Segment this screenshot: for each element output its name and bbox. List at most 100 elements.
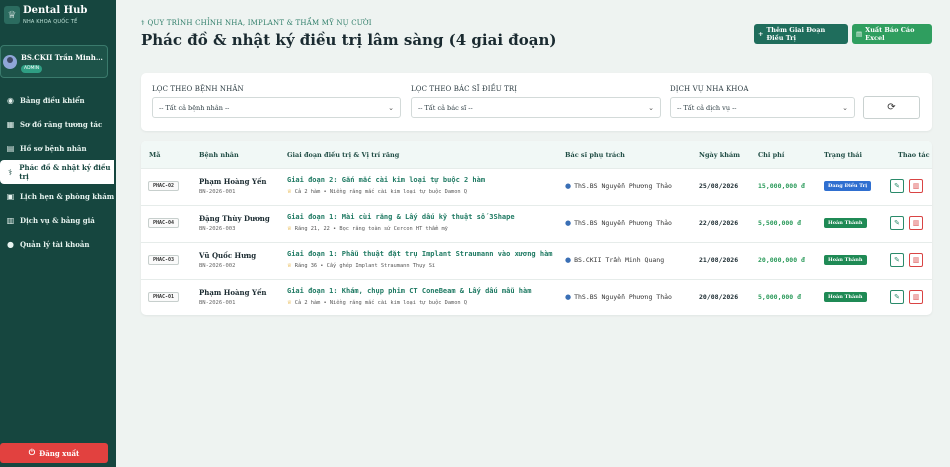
stage-note: ♕ Cả 2 hàm • Niềng răng mắc cài kim loại …	[287, 189, 467, 195]
home-icon: ◉	[7, 95, 14, 105]
sidebar-item-label: Sơ đồ răng tương tác	[20, 119, 103, 129]
table-row[interactable]: PHAC-01 Phạm Hoàng Yến BN-2026-001 Giai …	[141, 279, 932, 315]
treatment-stage: Giai đoạn 1: Phẫu thuật đặt trụ Implant …	[287, 250, 553, 258]
cost: 5,500,000 đ	[758, 219, 802, 227]
sidebar-item-label: Dịch vụ & bảng giá	[20, 215, 95, 225]
logout-button[interactable]: ⏻ Đăng xuất	[0, 443, 108, 463]
status-badge: Hoàn Thành	[824, 255, 867, 265]
table-row[interactable]: PHAC-02 Phạm Hoàng Yến BN-2026-001 Giai …	[141, 168, 932, 205]
add-stage-button[interactable]: + Thêm Giai Đoạn Điều Trị	[754, 24, 848, 44]
logout-label: Đăng xuất	[39, 448, 80, 458]
patient-name: Vũ Quốc Hưng	[199, 251, 257, 260]
trash-icon: ▥	[912, 182, 920, 190]
sidebar-nav: ◉ Bảng điều khiển ▦ Sơ đồ răng tương tác…	[0, 88, 116, 256]
grid-icon: ▦	[6, 119, 15, 129]
doctor-filter-label: LỌC THEO BÁC SĨ ĐIỀU TRỊ	[411, 85, 518, 93]
treatment-stage: Giai đoạn 2: Gắn mắc cài kim loại tự buộ…	[287, 176, 486, 184]
service-filter-select[interactable]: -- Tất cả dịch vụ -- ⌄	[670, 97, 855, 118]
tooth-icon: ♕	[287, 300, 292, 306]
edit-button[interactable]: ✎	[890, 179, 904, 193]
edit-button[interactable]: ✎	[890, 253, 904, 267]
exam-date: 22/08/2026	[699, 219, 739, 227]
trash-icon: ▥	[912, 219, 920, 227]
chevron-down-icon: ⌄	[842, 104, 848, 112]
stethoscope-icon: ⚕	[141, 19, 145, 27]
patient-filter-value: -- Tất cả bệnh nhân --	[159, 103, 230, 112]
doctor-name: BS.CKII Trần Minh Quang	[574, 256, 665, 264]
table-row[interactable]: PHAC-03 Vũ Quốc Hưng BN-2026-002 Giai đo…	[141, 242, 932, 279]
edit-icon: ✎	[894, 219, 900, 227]
doctor-name: ThS.BS Nguyễn Phương Thảo	[574, 219, 672, 227]
delete-button[interactable]: ▥	[909, 290, 923, 304]
sidebar-item-appointments[interactable]: ▣ Lịch hẹn & phòng khám	[0, 184, 116, 208]
sidebar-item-patients[interactable]: ▤ Hồ sơ bệnh nhân	[0, 136, 116, 160]
stage-note-text: Răng 21, 22 • Bọc răng toàn sứ Cercon HT…	[294, 226, 448, 232]
user-card[interactable]: BS.CKII Trần Minh Qu... ADMIN	[0, 45, 108, 78]
filter-panel: LỌC THEO BỆNH NHÂN -- Tất cả bệnh nhân -…	[141, 73, 932, 131]
doctor-name: ThS.BS Nguyễn Phương Thảo	[574, 293, 672, 301]
edit-button[interactable]: ✎	[890, 290, 904, 304]
col-stage: Giai đoạn điều trị & Vị trí răng	[287, 151, 400, 159]
sidebar-item-treatment[interactable]: ⚕ Phác đồ & nhật ký điều trị	[0, 160, 114, 184]
doctor-icon: ●	[565, 256, 572, 264]
doctor: ● ThS.BS Nguyễn Phương Thảo	[565, 182, 672, 190]
stethoscope-icon: ⚕	[7, 167, 13, 177]
sidebar-item-services[interactable]: ▥ Dịch vụ & bảng giá	[0, 208, 116, 232]
doctor: ● ThS.BS Nguyễn Phương Thảo	[565, 293, 672, 301]
stage-note: ♕ Cả 2 hàm • Niềng răng mắc cài kim loại …	[287, 300, 467, 306]
exam-date: 25/08/2026	[699, 182, 739, 190]
patient-filter-select[interactable]: -- Tất cả bệnh nhân -- ⌄	[152, 97, 401, 118]
user-name: BS.CKII Trần Minh Qu...	[21, 53, 105, 62]
role-badge: ADMIN	[21, 65, 43, 73]
table-row[interactable]: PHAC-04 Đặng Thùy Dương BN-2026-003 Giai…	[141, 205, 932, 242]
edit-button[interactable]: ✎	[890, 216, 904, 230]
tooth-icon: ♕	[287, 226, 292, 232]
export-excel-button[interactable]: ▤ Xuất Báo Cáo Excel	[852, 24, 932, 44]
treatment-stage: Giai đoạn 1: Khám, chụp phim CT ConeBeam…	[287, 287, 532, 295]
status-badge: Đang Điều Trị	[824, 181, 872, 191]
doctor-icon: ●	[565, 219, 572, 227]
stage-note-text: Răng 36 • Cấy ghép Implant Straumann Thụ…	[294, 263, 436, 269]
col-code: Mã	[149, 151, 161, 159]
treatment-stage: Giai đoạn 1: Mài cùi răng & Lấy dấu kỹ t…	[287, 213, 515, 221]
stage-note-text: Cả 2 hàm • Niềng răng mắc cài kim loại t…	[294, 189, 467, 195]
patient-code: BN-2026-001	[199, 300, 236, 306]
brand-subtitle: NHA KHOA QUỐC TẾ	[23, 19, 78, 25]
stage-note-text: Cả 2 hàm • Niềng răng mắc cài kim loại t…	[294, 300, 467, 306]
table-header: Mã Bệnh nhân Giai đoạn điều trị & Vị trí…	[141, 141, 932, 168]
patient-filter-label: LỌC THEO BỆNH NHÂN	[152, 85, 244, 93]
patient-code: BN-2026-002	[199, 263, 236, 269]
sidebar-item-tooth-chart[interactable]: ▦ Sơ đồ răng tương tác	[0, 112, 116, 136]
col-status: Trạng thái	[824, 151, 862, 159]
service-filter-value: -- Tất cả dịch vụ --	[677, 103, 737, 112]
breadcrumb-text: QUY TRÌNH CHỈNH NHA, IMPLANT & THẨM MỸ N…	[147, 19, 372, 27]
breadcrumb: ⚕ QUY TRÌNH CHỈNH NHA, IMPLANT & THẨM MỸ…	[141, 19, 372, 27]
doctor-icon: ●	[565, 293, 572, 301]
doctor-filter-select[interactable]: -- Tất cả bác sĩ -- ⌄	[411, 97, 661, 118]
patient-name: Phạm Hoàng Yến	[199, 177, 267, 186]
delete-button[interactable]: ▥	[909, 179, 923, 193]
delete-button[interactable]: ▥	[909, 253, 923, 267]
sidebar-item-dashboard[interactable]: ◉ Bảng điều khiển	[0, 88, 116, 112]
status-badge: Hoàn Thành	[824, 292, 867, 302]
refresh-button[interactable]: ⟳	[863, 96, 920, 119]
sidebar-item-label: Lịch hẹn & phòng khám	[20, 191, 115, 201]
refresh-icon: ⟳	[887, 102, 896, 113]
doctor-icon: ●	[565, 182, 572, 190]
folder-icon: ▤	[6, 143, 15, 153]
patient-code: BN-2026-001	[199, 189, 236, 195]
brand[interactable]: ♕ Dental Hub NHA KHOA QUỐC TẾ	[4, 4, 114, 30]
col-cost: Chi phí	[758, 151, 785, 159]
calendar-icon: ▣	[6, 191, 15, 201]
plus-icon: +	[758, 30, 764, 38]
col-actions: Thao tác	[898, 151, 930, 159]
sidebar-item-label: Quản lý tài khoản	[20, 239, 90, 249]
exam-date: 21/08/2026	[699, 256, 739, 264]
add-stage-label: Thêm Giai Đoạn Điều Trị	[766, 26, 826, 42]
page-title: Phác đồ & nhật ký điều trị lâm sàng (4 g…	[141, 31, 557, 49]
delete-button[interactable]: ▥	[909, 216, 923, 230]
record-code: PHAC-02	[148, 181, 180, 191]
export-excel-label: Xuất Báo Cáo Excel	[865, 26, 915, 42]
sidebar-item-accounts[interactable]: ● Quản lý tài khoản	[0, 232, 116, 256]
sidebar-item-label: Phác đồ & nhật ký điều trị	[19, 163, 111, 181]
